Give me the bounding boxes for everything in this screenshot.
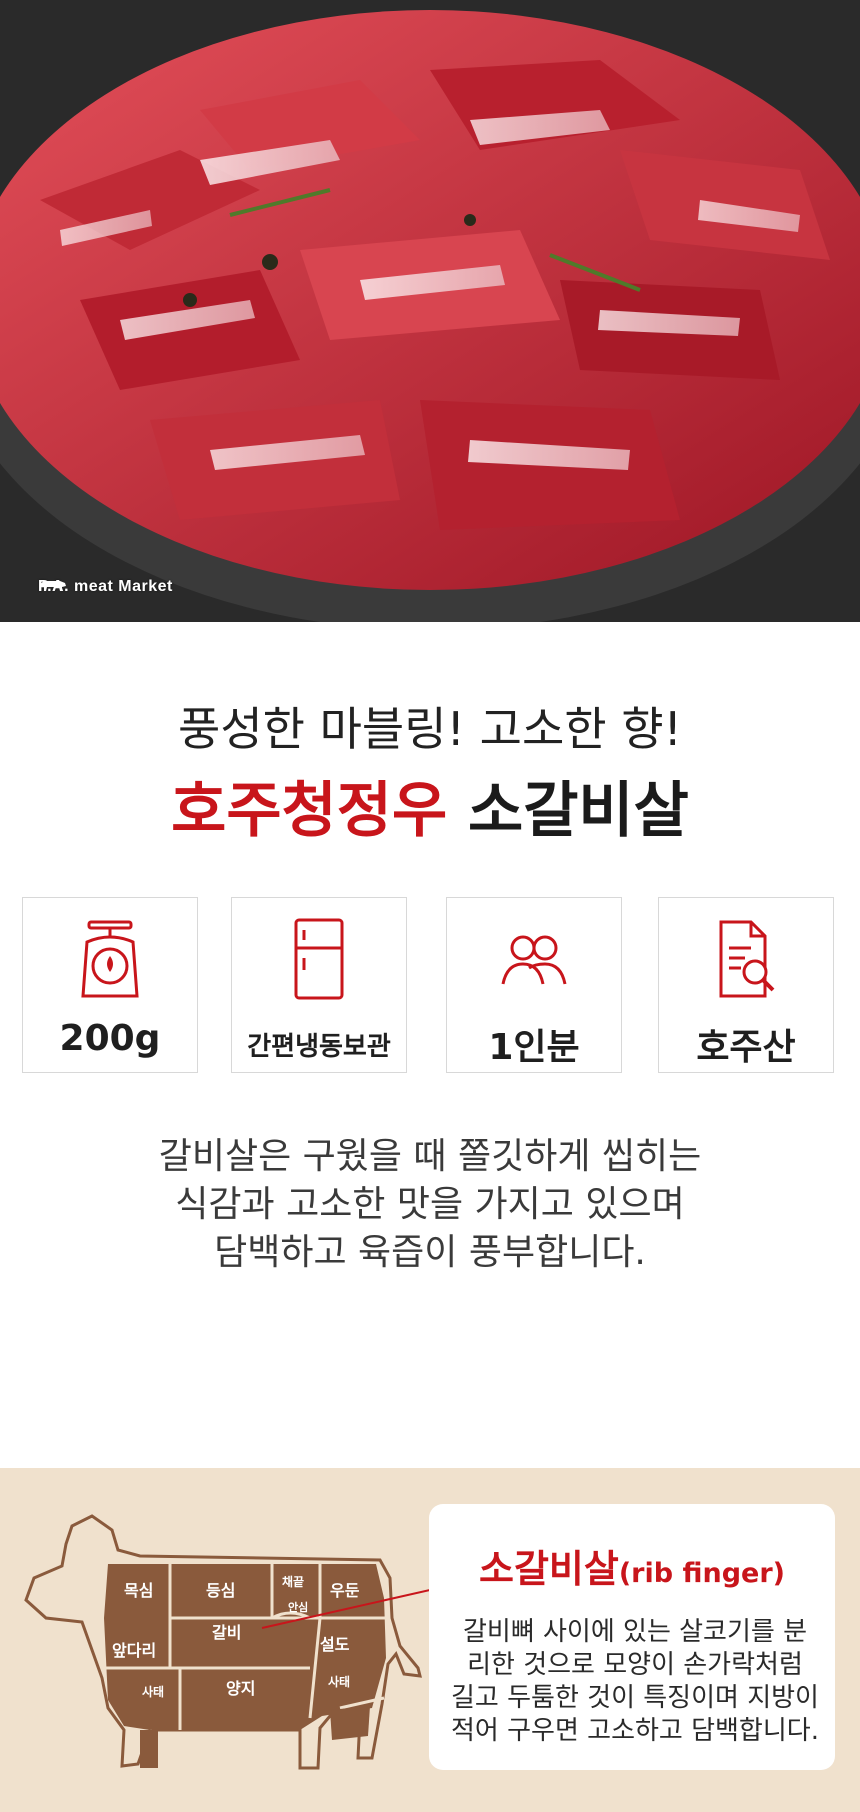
info-title-english: (rib finger) bbox=[618, 1558, 785, 1589]
scale-icon bbox=[81, 920, 139, 998]
cut-label-rib: 갈비 bbox=[212, 1623, 241, 1642]
cut-label-tenderloin: 안심 bbox=[288, 1600, 308, 1614]
description-line: 갈비살은 구웠을 때 쫄깃하게 씹히는 bbox=[158, 1136, 702, 1177]
cut-label-loin: 등심 bbox=[206, 1581, 235, 1600]
headline-product: 소갈비살 bbox=[468, 776, 689, 846]
product-description: 갈비살은 구웠을 때 쫄깃하게 씹히는 식감과 고소한 맛을 가지고 있으며 담… bbox=[0, 1133, 860, 1277]
headline-title: 호주청정우 소갈비살 bbox=[0, 762, 860, 849]
cut-label-chuck-tail: 채끝 bbox=[282, 1574, 304, 1589]
cut-label-round: 우둔 bbox=[330, 1581, 360, 1600]
info-title: 소갈비살(rib finger) bbox=[429, 1538, 835, 1593]
feature-weight: 200g bbox=[22, 897, 198, 1073]
info-line: 길고 두툼한 것이 특징이며 지방이 bbox=[451, 1683, 819, 1713]
hero-meat-photo: P.A. meat Market bbox=[0, 0, 860, 622]
info-body: 갈비뼈 사이에 있는 살코기를 분 리한 것으로 모양이 손가락처럼 길고 두툼… bbox=[449, 1616, 821, 1748]
info-line: 리한 것으로 모양이 손가락처럼 bbox=[467, 1650, 803, 1680]
feature-storage: 간편냉동보관 bbox=[231, 897, 407, 1073]
cut-chart-section: 목심 등심 채끝 우둔 안심 갈비 앞다리 양지 설도 사태 사태 소갈비살(r… bbox=[0, 1468, 860, 1812]
feature-origin-label: 호주산 bbox=[696, 1027, 796, 1068]
meat-illustration bbox=[0, 0, 860, 622]
feature-serving-label: 1인분 bbox=[488, 1027, 580, 1068]
cut-label-foreshank: 앞다리 bbox=[112, 1641, 156, 1660]
description-line: 담백하고 육즙이 풍부합니다. bbox=[214, 1232, 646, 1273]
headline-subtitle: 풍성한 마블링! 고소한 향! bbox=[178, 702, 682, 756]
cut-label-neck: 목심 bbox=[124, 1581, 153, 1600]
feature-weight-label: 200g bbox=[59, 1018, 161, 1059]
feature-storage-label: 간편냉동보관 bbox=[247, 1032, 391, 1062]
info-line: 적어 구우면 고소하고 담백합니다. bbox=[451, 1716, 819, 1746]
cut-label-shank-rear: 사태 bbox=[328, 1674, 350, 1689]
headline-accent: 호주청정우 bbox=[171, 776, 448, 846]
refrigerator-icon bbox=[294, 918, 344, 1000]
cut-label-shank-front: 사태 bbox=[142, 1684, 164, 1699]
cut-label-sirloin-tip: 설도 bbox=[320, 1635, 350, 1654]
feature-serving: 1인분 bbox=[446, 897, 622, 1073]
rib-finger-info-box: 소갈비살(rib finger) 갈비뼈 사이에 있는 살코기를 분 리한 것으… bbox=[429, 1504, 835, 1770]
feature-list: 200g 간편냉동보관 1인분 호주산 bbox=[22, 897, 838, 1076]
people-icon bbox=[501, 935, 567, 985]
document-search-icon bbox=[719, 920, 775, 998]
brand-watermark: P.A. meat Market bbox=[38, 578, 173, 596]
info-title-korean: 소갈비살 bbox=[478, 1547, 619, 1591]
cut-label-brisket: 양지 bbox=[226, 1679, 255, 1698]
description-line: 식감과 고소한 맛을 가지고 있으며 bbox=[175, 1184, 685, 1225]
feature-origin: 호주산 bbox=[658, 897, 834, 1073]
cow-logo-icon bbox=[40, 581, 66, 591]
info-line: 갈비뼈 사이에 있는 살코기를 분 bbox=[462, 1617, 808, 1647]
cow-cut-diagram: 목심 등심 채끝 우둔 안심 갈비 앞다리 양지 설도 사태 사태 bbox=[24, 1514, 430, 1779]
